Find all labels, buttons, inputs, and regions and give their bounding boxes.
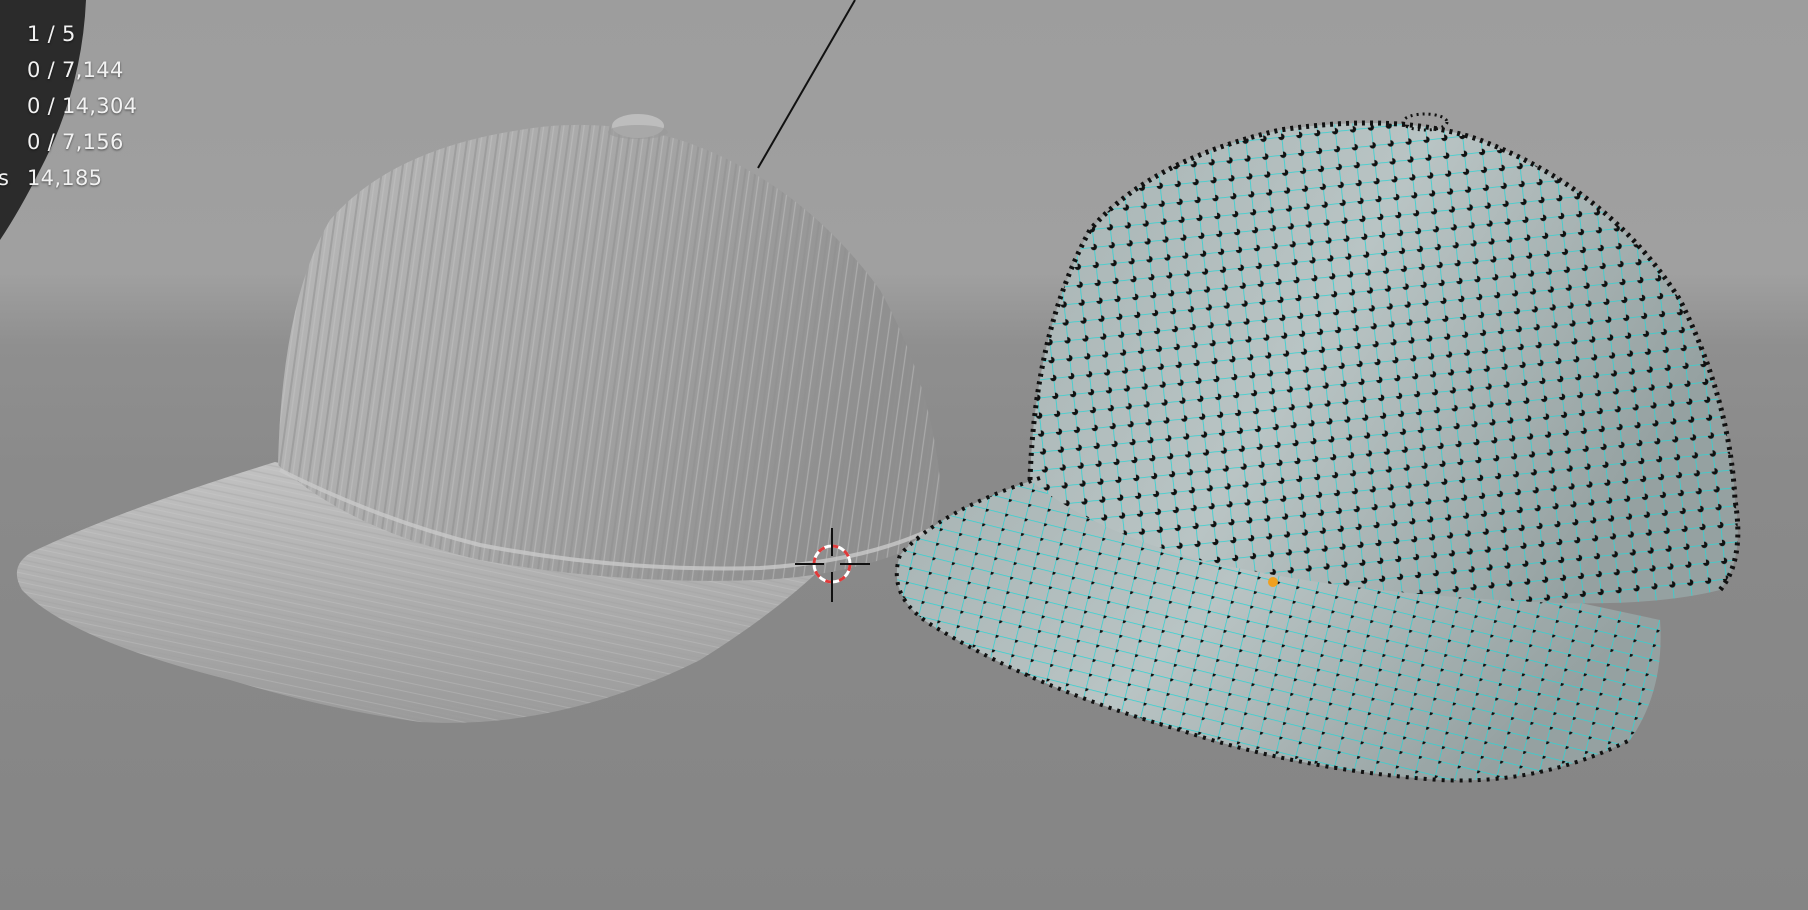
sculpted-hat-object[interactable] (16, 114, 940, 723)
stat-triangles-label: s (0, 166, 9, 190)
viewport-scene[interactable] (0, 0, 1808, 910)
3d-viewport[interactable]: 1 / 5 0 / 7,144 0 / 14,304 0 / 7,156 s 1… (0, 0, 1808, 910)
stat-objects: 1 / 5 (27, 22, 76, 46)
mesh-hat-object[interactable] (894, 112, 1741, 783)
stat-edges: 0 / 14,304 (27, 94, 138, 118)
viewport-statistics-overlay: 1 / 5 0 / 7,144 0 / 14,304 0 / 7,156 s 1… (0, 0, 137, 240)
stat-vertices: 0 / 7,144 (27, 58, 124, 82)
stat-faces: 0 / 7,156 (27, 130, 124, 154)
stat-triangles: 14,185 (27, 166, 103, 190)
object-origin-dot[interactable] (1268, 577, 1278, 587)
light-direction-line (757, 0, 856, 169)
